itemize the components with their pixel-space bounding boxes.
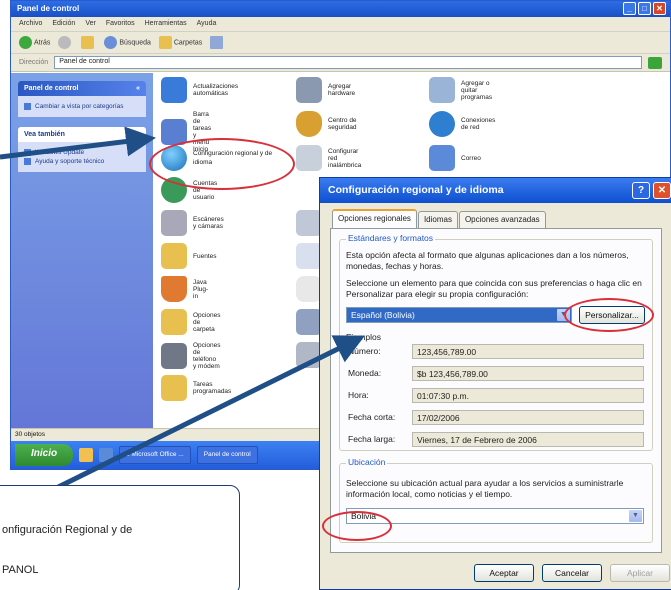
callout-line-1: onfiguración Regional y de: [2, 524, 133, 536]
callout-box: onfiguración Regional y de PANOL: [0, 485, 240, 590]
arrow-to-regional-icon: [0, 126, 156, 160]
callout-line-2: PANOL: [2, 564, 39, 576]
arrow-to-number-format: [30, 335, 365, 503]
